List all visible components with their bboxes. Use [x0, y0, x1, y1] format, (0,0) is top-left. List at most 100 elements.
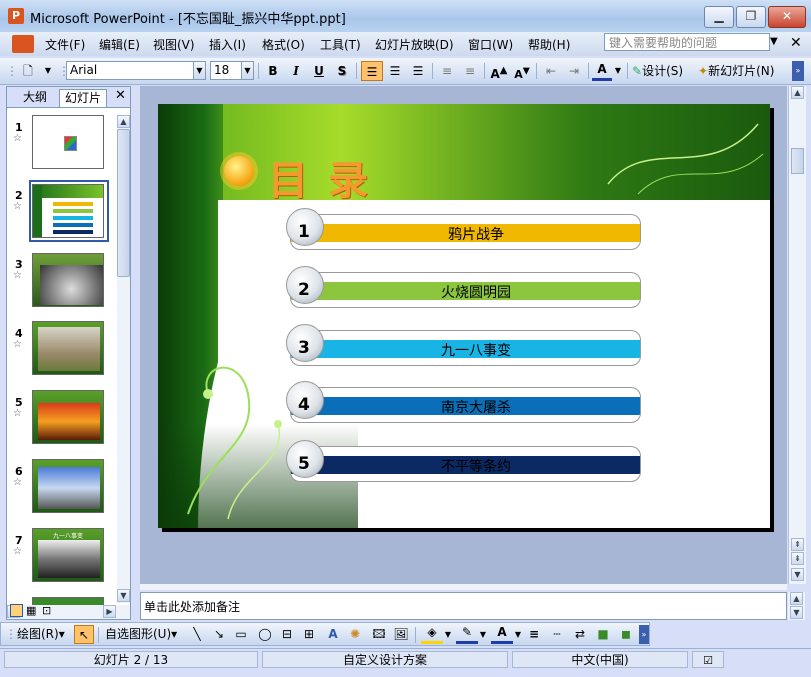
decrease-font-size-button[interactable]: A▼	[512, 61, 532, 81]
increase-font-size-button[interactable]: A▲	[489, 61, 509, 81]
align-right-button[interactable]: ☰	[408, 61, 428, 81]
design-button[interactable]: ✎设计(S)	[632, 61, 694, 81]
increase-indent-button[interactable]: ⇥	[564, 61, 584, 81]
slide-title[interactable]: 目录	[268, 148, 388, 206]
toolbar-grip-icon[interactable]: ⋮	[58, 61, 70, 81]
autoshapes-button[interactable]: 自选图形(U)▾	[105, 625, 185, 644]
close-window-button[interactable]: ✕	[768, 6, 806, 28]
toolbar-grip-icon[interactable]: ⋮	[5, 625, 17, 644]
document-close-icon[interactable]: ✕	[790, 35, 802, 51]
vertical-text-box-button[interactable]: ⊞	[299, 625, 319, 644]
select-objects-button[interactable]: ↖	[74, 625, 94, 644]
draw-menu-button[interactable]: 绘图(R)▾	[17, 625, 73, 644]
clip-art-button[interactable]: 🖾	[369, 625, 389, 644]
current-slide[interactable]: 目录 1 鸦片战争 2 火烧圆明园 3 九一八事变 4 南京大屠杀 5 不平等条…	[158, 104, 770, 528]
scroll-down-icon[interactable]: ▼	[790, 606, 803, 619]
line-color-button[interactable]: ✎	[456, 625, 478, 644]
underline-button[interactable]: U	[309, 61, 329, 81]
menu-help[interactable]: 帮助(H)	[528, 36, 570, 53]
italic-button[interactable]: I	[286, 61, 306, 81]
tab-slides[interactable]: 幻灯片	[59, 89, 107, 107]
slideshow-view-icon[interactable]: ⊡	[42, 604, 55, 617]
toc-item-1[interactable]: 1 鸦片战争	[286, 208, 641, 250]
toolbar-overflow-icon[interactable]: »	[639, 625, 649, 644]
rectangle-tool-button[interactable]: ▭	[231, 625, 251, 644]
menu-insert[interactable]: 插入(I)	[209, 36, 246, 53]
bullets-button[interactable]: ≡	[460, 61, 480, 81]
text-box-button[interactable]: ⊟	[277, 625, 297, 644]
align-center-button[interactable]: ☰	[385, 61, 405, 81]
main-vertical-scrollbar[interactable]: ▲ ⇞ ⇟ ▼	[788, 86, 806, 584]
line-tool-button[interactable]: ╲	[187, 625, 207, 644]
numbering-button[interactable]: ≡	[437, 61, 457, 81]
menu-edit[interactable]: 编辑(E)	[99, 36, 140, 53]
font-size-combo[interactable]: 18	[210, 61, 242, 80]
bold-button[interactable]: B	[263, 61, 283, 81]
text-shadow-button[interactable]: S	[332, 61, 352, 81]
slide-sorter-view-icon[interactable]: ▦	[26, 604, 39, 617]
3d-style-button[interactable]: ◼	[616, 625, 636, 644]
normal-view-icon[interactable]	[10, 604, 23, 617]
document-icon[interactable]	[12, 35, 34, 53]
menu-file[interactable]: 文件(F)	[45, 36, 85, 53]
toc-item-2[interactable]: 2 火烧圆明园	[286, 266, 641, 308]
slide-thumbnail-6[interactable]	[32, 459, 104, 513]
arrow-style-button[interactable]: ⇄	[570, 625, 590, 644]
help-search-input[interactable]: 键入需要帮助的问题	[604, 33, 770, 51]
font-color-dropdown-icon[interactable]: ▼	[613, 61, 623, 81]
fill-color-button[interactable]: ◈	[421, 625, 443, 644]
scroll-up-icon[interactable]: ▲	[791, 86, 804, 99]
drawing-font-color-button[interactable]: A	[491, 625, 513, 644]
help-dropdown-arrow-icon[interactable]: ▼	[770, 36, 778, 47]
previous-slide-icon[interactable]: ⇞	[791, 538, 804, 551]
align-left-button[interactable]: ☰	[361, 61, 383, 81]
toc-item-5[interactable]: 5 不平等条约	[286, 440, 641, 482]
toolbar-grip-icon[interactable]: ⋮	[6, 61, 18, 81]
line-color-dropdown-icon[interactable]: ▼	[479, 625, 487, 644]
scroll-thumb[interactable]	[791, 148, 804, 174]
decrease-indent-button[interactable]: ⇤	[541, 61, 561, 81]
new-slide-button[interactable]: ✦新幻灯片(N)	[698, 61, 788, 81]
fill-color-dropdown-icon[interactable]: ▼	[444, 625, 452, 644]
dash-style-button[interactable]: ┄	[547, 625, 567, 644]
slide-thumbnail-4[interactable]	[32, 321, 104, 375]
oval-tool-button[interactable]: ◯	[255, 625, 275, 644]
tab-outline[interactable]: 大纲	[13, 89, 53, 106]
toolbar-overflow-icon[interactable]: »	[792, 61, 804, 81]
line-style-button[interactable]: ≡	[524, 625, 544, 644]
scroll-up-icon[interactable]: ▲	[117, 115, 130, 128]
scroll-thumb[interactable]	[117, 129, 130, 277]
toolbar-options-icon[interactable]: ▼	[42, 61, 54, 81]
new-document-icon[interactable]: 🗋	[18, 61, 38, 81]
scroll-down-icon[interactable]: ▼	[791, 568, 804, 581]
slide-thumbnail-2[interactable]	[32, 184, 104, 238]
insert-picture-button[interactable]: 🖼	[391, 625, 411, 644]
scroll-down-icon[interactable]: ▼	[117, 589, 130, 602]
slide-thumbnail-5[interactable]	[32, 390, 104, 444]
scroll-right-icon[interactable]: ▶	[103, 605, 116, 618]
slides-vertical-scrollbar[interactable]: ▲ ▼	[117, 115, 130, 603]
font-size-dropdown-icon[interactable]: ▼	[241, 61, 254, 80]
powerpoint-app-icon[interactable]: P	[8, 8, 24, 24]
toc-item-3[interactable]: 3 九一八事变	[286, 324, 641, 366]
notes-pane[interactable]: 单击此处添加备注	[140, 592, 787, 620]
font-name-combo[interactable]: Arial	[66, 61, 194, 80]
slide-thumbnail-3[interactable]	[32, 253, 104, 307]
wordart-button[interactable]: A	[323, 625, 343, 644]
drawing-font-color-dropdown-icon[interactable]: ▼	[514, 625, 522, 644]
notes-scrollbar[interactable]: ▲ ▼	[788, 592, 805, 620]
menu-slideshow[interactable]: 幻灯片放映(D)	[375, 36, 454, 53]
scroll-up-icon[interactable]: ▲	[790, 592, 803, 605]
slide-thumbnail-7[interactable]: 九一八事变	[32, 528, 104, 582]
pane-close-icon[interactable]: ✕	[115, 88, 126, 103]
spelling-check-icon[interactable]: ☑	[692, 651, 724, 668]
menu-format[interactable]: 格式(O)	[262, 36, 305, 53]
toc-item-4[interactable]: 4 南京大屠杀	[286, 381, 641, 423]
menu-window[interactable]: 窗口(W)	[468, 36, 513, 53]
maximize-button[interactable]: ❐	[736, 6, 766, 28]
next-slide-icon[interactable]: ⇟	[791, 552, 804, 565]
font-color-button[interactable]: A	[592, 61, 612, 81]
arrow-tool-button[interactable]: ↘	[209, 625, 229, 644]
main-horizontal-scrollbar[interactable]	[140, 584, 787, 590]
slide-thumbnail-1[interactable]	[32, 115, 104, 169]
